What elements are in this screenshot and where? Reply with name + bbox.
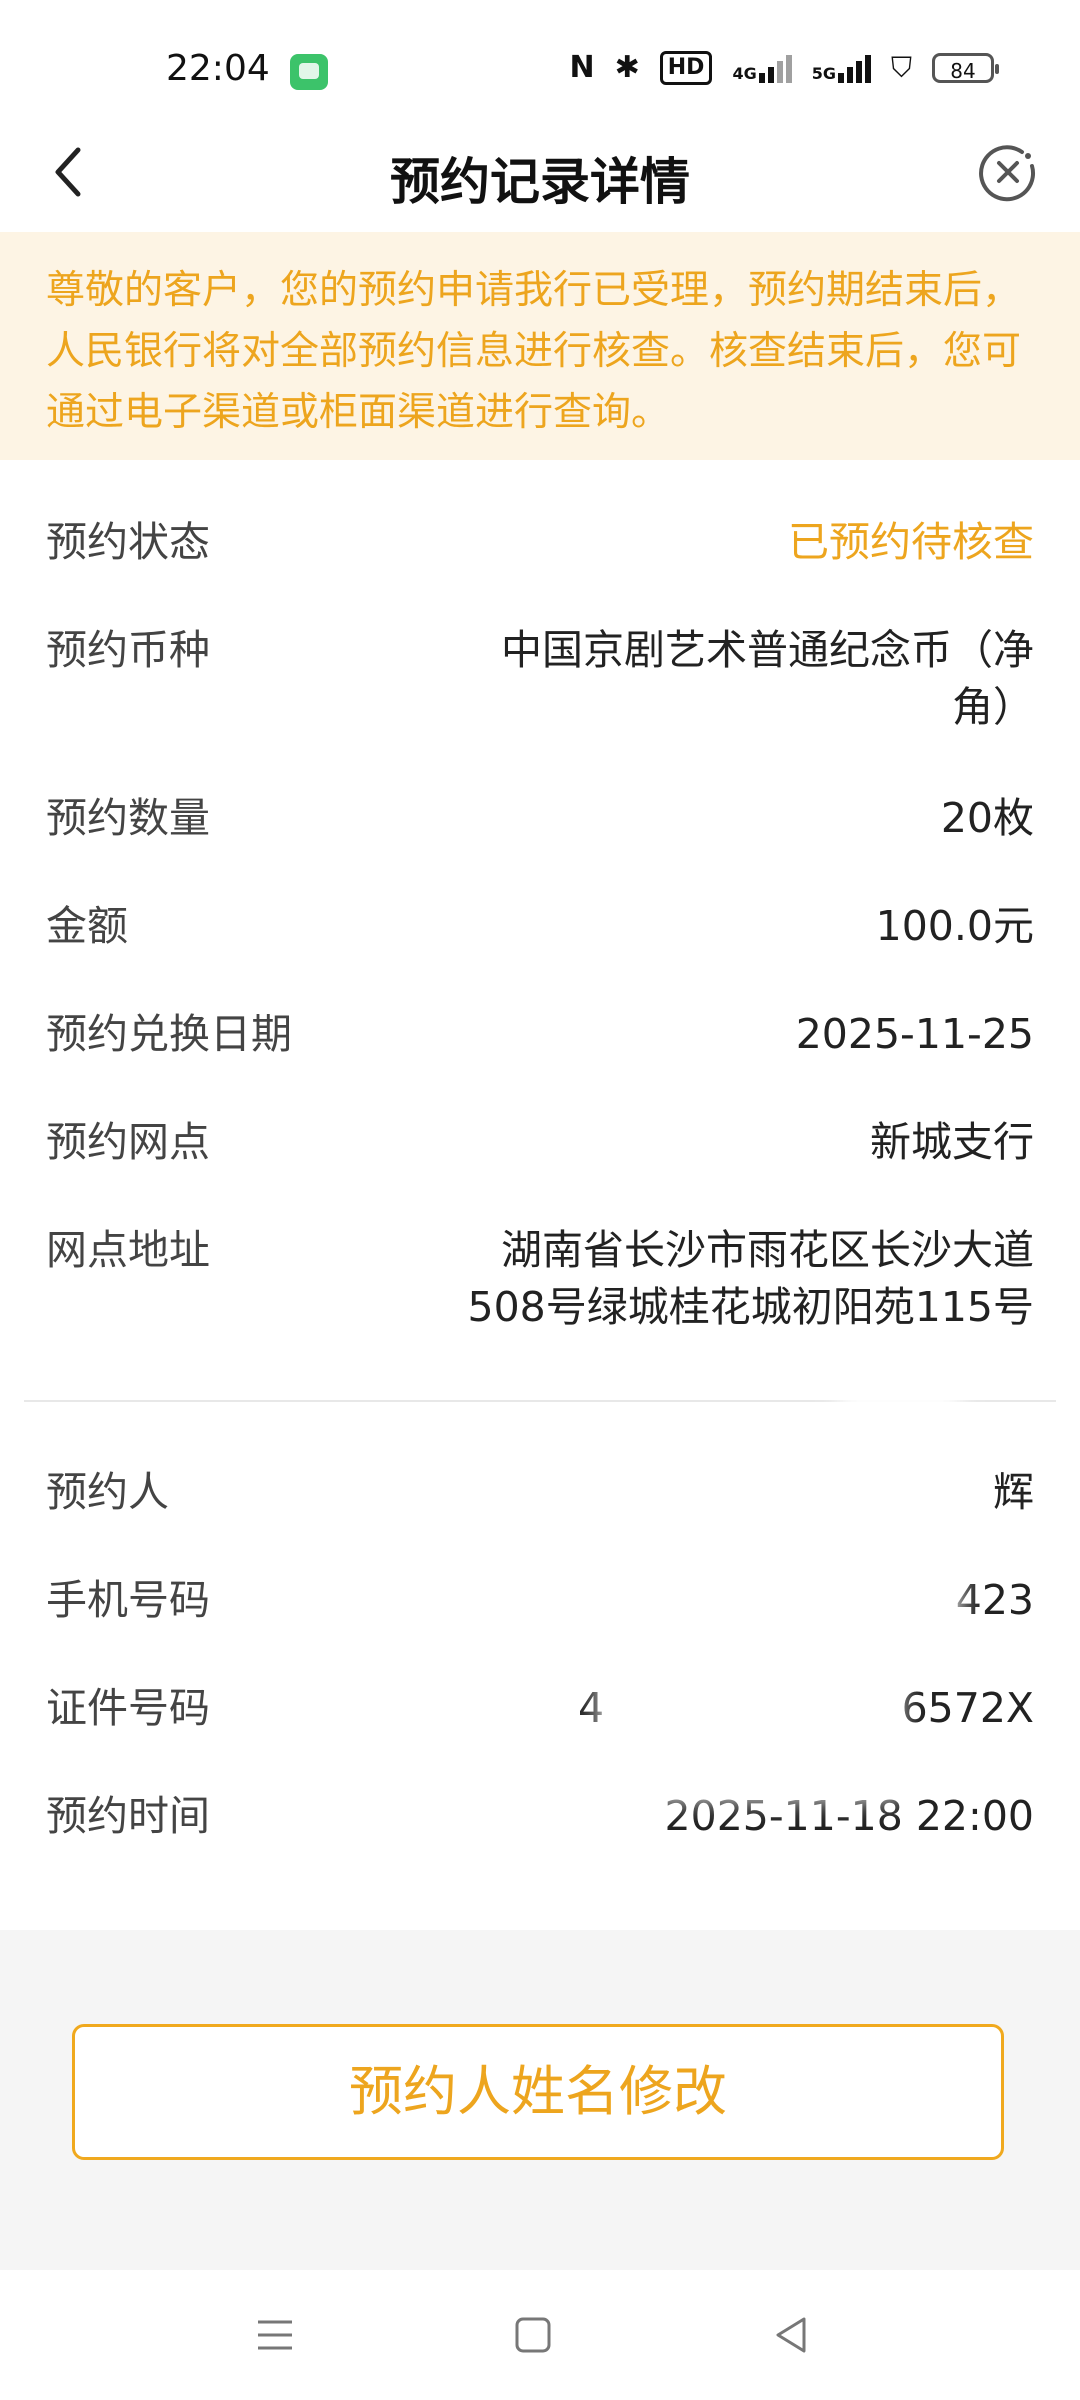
detail-label: 预约数量 <box>46 794 210 842</box>
address-value: 湖南省长沙市雨花区长沙大道508号绿城桂花城初阳苑115号 <box>467 1226 1034 1331</box>
status-time: 22:04 <box>166 48 270 89</box>
notice-banner: 尊敬的客户，您的预约申请我行已受理，预约期结束后，人民银行将对全部预约信息进行核… <box>0 232 1080 460</box>
status-icons: N ✱ HD 4G 5G ⛉ 84 <box>569 50 999 85</box>
signal-5g-icon: 5G <box>812 53 871 83</box>
amount-value: 100.0元 <box>875 902 1034 950</box>
phone-value: 423 <box>955 1576 1034 1624</box>
detail-label: 金额 <box>46 902 128 950</box>
currency-value: 中国京剧艺术普通纪念币（净角） <box>501 626 1034 731</box>
bluetooth-icon: ✱ <box>614 50 640 85</box>
network-4g-label: 4G <box>732 63 757 83</box>
detail-label: 预约网点 <box>46 1118 210 1166</box>
status-value: 已预约待核查 <box>788 518 1034 566</box>
detail-label: 预约兑换日期 <box>46 1010 292 1058</box>
detail-label: 预约时间 <box>46 1792 210 1840</box>
back-triangle-icon[interactable] <box>766 2310 816 2360</box>
status-bar: 22:04 N ✱ HD 4G 5G ⛉ 84 <box>0 0 1080 120</box>
modify-name-button[interactable]: 预约人姓名修改 <box>72 2024 1004 2160</box>
detail-label: 网点地址 <box>46 1226 210 1274</box>
nfc-icon: N <box>569 50 595 85</box>
signal-4g-icon: 4G <box>732 53 792 83</box>
redaction-overlay <box>840 1360 960 1520</box>
message-app-icon <box>290 54 328 90</box>
network-5g-label: 5G <box>811 63 836 83</box>
top-header: 预约记录详情 <box>0 120 1080 232</box>
quantity-value: 20枚 <box>940 794 1034 842</box>
branch-value: 新城支行 <box>870 1118 1034 1166</box>
shield-dollar-icon: ⛉ <box>890 50 912 84</box>
hd-icon: HD <box>659 50 713 85</box>
close-circle-icon <box>979 145 1036 202</box>
person-name-value: 辉 <box>993 1468 1034 1516</box>
battery-icon: 84 <box>932 52 999 83</box>
system-nav-bar <box>0 2270 1080 2400</box>
detail-label: 预约状态 <box>46 518 210 566</box>
close-button[interactable] <box>978 142 1038 202</box>
page-title: 预约记录详情 <box>390 153 690 211</box>
menu-icon[interactable] <box>250 2310 300 2360</box>
detail-label: 手机号码 <box>46 1576 210 1624</box>
detail-label: 预约币种 <box>46 626 210 674</box>
detail-label: 预约人 <box>46 1468 169 1516</box>
exchange-date-value: 2025-11-25 <box>795 1010 1034 1058</box>
detail-label: 证件号码 <box>46 1684 210 1732</box>
id-value-end: 6572X <box>901 1684 1034 1732</box>
redaction-overlay <box>730 1560 960 1650</box>
home-square-icon[interactable] <box>508 2310 558 2360</box>
